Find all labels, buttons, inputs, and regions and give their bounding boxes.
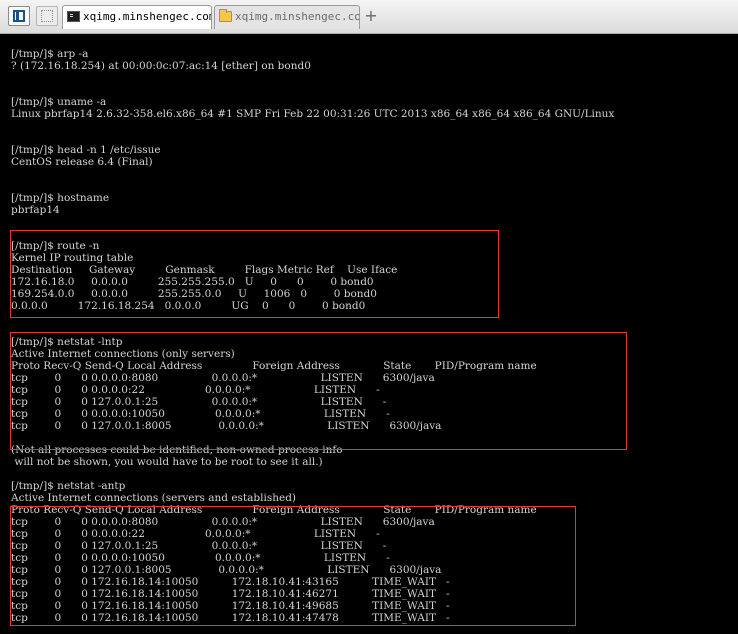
- tile-windows-button[interactable]: [36, 6, 58, 26]
- terminal-line: 0.0.0.0 172.16.18.254 0.0.0.0 UG 0 0 0 b…: [11, 300, 366, 312]
- terminal-line: [/tmp/]$ netstat -lntp: [11, 336, 123, 348]
- tab-label: xqimg.minshengec.com: [235, 10, 360, 23]
- tab-terminal-session[interactable]: xqimg.minshengec.com: [62, 5, 212, 29]
- terminal-line: Proto Recv-Q Send-Q Local Address Foreig…: [11, 360, 537, 372]
- terminal-line: tcp 0 0 127.0.0.1:25 0.0.0.0:* LISTEN -: [11, 540, 387, 552]
- new-tab-button[interactable]: +: [362, 6, 380, 26]
- terminal-line: tcp 0 0 172.16.18.14:10050 172.18.10.41:…: [11, 576, 450, 588]
- terminal-line: tcp 0 0 0.0.0.0:22 0.0.0.0:* LISTEN -: [11, 384, 380, 396]
- terminal-output[interactable]: [/tmp/]$ arp -a? (172.16.18.254) at 00:0…: [0, 48, 738, 634]
- terminal-line: 169.254.0.0 0.0.0.0 255.255.0.0 U 1006 0…: [11, 288, 377, 300]
- terminal-line: Linux pbrfap14 2.6.32-358.el6.x86_64 #1 …: [11, 108, 615, 120]
- terminal-line: Kernel IP routing table: [11, 252, 134, 264]
- terminal-line: tcp 0 0 172.16.18.14:10050 172.18.10.41:…: [11, 600, 450, 612]
- terminal-line: [/tmp/]$ netstat -antp: [11, 480, 126, 492]
- folder-icon: [219, 9, 232, 22]
- terminal-line: CentOS release 6.4 (Final): [11, 156, 153, 168]
- terminal-line: [/tmp/]$ arp -a: [11, 48, 89, 60]
- terminal-line: tcp 0 0 172.16.18.14:10050 172.18.10.41:…: [11, 612, 450, 624]
- terminal-line: pbrfap14: [11, 204, 60, 216]
- terminal-line: tcp 0 0 172.16.18.14:10050 172.18.10.41:…: [11, 588, 450, 600]
- terminal-line: tcp 0 0 0.0.0.0:10050 0.0.0.0:* LISTEN -: [11, 552, 390, 564]
- terminal-icon: [67, 11, 80, 22]
- terminal-line: [/tmp/]$ hostname: [11, 192, 110, 204]
- tab-file-browser[interactable]: xqimg.minshengec.com: [214, 5, 360, 29]
- toggle-sidebar-button[interactable]: [8, 6, 30, 26]
- terminal-line: tcp 0 0 0.0.0.0:22 0.0.0.0:* LISTEN -: [11, 528, 380, 540]
- sidebar-icon: [13, 10, 25, 22]
- terminal-line: (Not all processes could be identified, …: [11, 444, 343, 456]
- terminal-line: 172.16.18.0 0.0.0.0 255.255.255.0 U 0 0 …: [11, 276, 374, 288]
- terminal-line: tcp 0 0 127.0.0.1:8005 0.0.0.0:* LISTEN …: [11, 420, 442, 432]
- tab-bar: xqimg.minshengec.com xqimg.minshengec.co…: [0, 0, 738, 34]
- terminal-lines: [/tmp/]$ arp -a? (172.16.18.254) at 00:0…: [11, 48, 614, 624]
- terminal-line: tcp 0 0 0.0.0.0:8080 0.0.0.0:* LISTEN 63…: [11, 516, 435, 528]
- terminal-line: [/tmp/]$ route -n: [11, 240, 100, 252]
- dotted-window-icon: [41, 10, 53, 22]
- terminal-line: [/tmp/]$ uname -a: [11, 96, 107, 108]
- terminal-line: will not be shown, you would have to be …: [11, 456, 323, 468]
- terminal-line: tcp 0 0 0.0.0.0:8080 0.0.0.0:* LISTEN 63…: [11, 372, 435, 384]
- terminal-line: tcp 0 0 127.0.0.1:25 0.0.0.0:* LISTEN -: [11, 396, 387, 408]
- tab-label: xqimg.minshengec.com: [83, 10, 212, 23]
- terminal-line: Active Internet connections (only server…: [11, 348, 235, 360]
- terminal-line: Proto Recv-Q Send-Q Local Address Foreig…: [11, 504, 537, 516]
- terminal-line: ? (172.16.18.254) at 00:00:0c:07:ac:14 […: [11, 60, 311, 72]
- terminal-line: tcp 0 0 127.0.0.1:8005 0.0.0.0:* LISTEN …: [11, 564, 442, 576]
- terminal-line: [/tmp/]$ head -n 1 /etc/issue: [11, 144, 161, 156]
- terminal-line: Active Internet connections (servers and…: [11, 492, 297, 504]
- terminal-line: tcp 0 0 0.0.0.0:10050 0.0.0.0:* LISTEN -: [11, 408, 390, 420]
- terminal-line: Destination Gateway Genmask Flags Metric…: [11, 264, 398, 276]
